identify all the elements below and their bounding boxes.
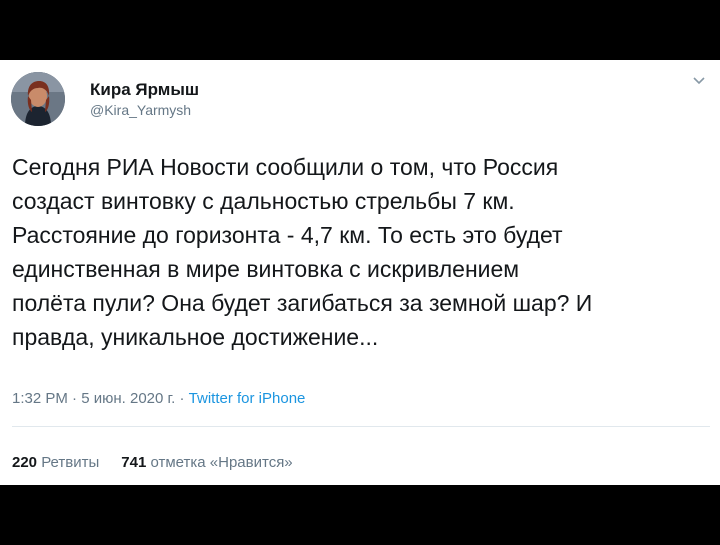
tweet-text-line: полёта пули? Она будет загибаться за зем… [12,290,593,316]
tweet-text-line: правда, уникальное достижение... [12,324,379,350]
retweets-label: Ретвиты [41,454,100,471]
tweet-text: Сегодня РИА Новости сообщили о том, что … [12,150,712,354]
author-handle[interactable]: @Kira_Yarmysh [90,101,199,119]
retweets-stat[interactable]: 220 Ретвиты [12,454,99,471]
avatar[interactable] [11,72,65,126]
meta-separator: · [175,390,189,407]
tweet-text-line: создаст винтовку с дальностью стрельбы 7… [12,188,515,214]
author-block[interactable]: Кира Ярмыш @Kira_Yarmysh [90,80,199,119]
chevron-down-icon[interactable] [692,76,706,86]
tweet-text-line: Сегодня РИА Новости сообщили о том, что … [12,154,559,180]
avatar-photo-icon [11,72,65,126]
tweet-meta: 1:32 PM · 5 июн. 2020 г. · Twitter for i… [12,390,305,407]
tweet-stats: 220 Ретвиты 741 отметка «Нравится» [12,454,293,471]
tweet-source-link[interactable]: Twitter for iPhone [189,390,306,407]
tweet-card: Кира Ярмыш @Kira_Yarmysh Сегодня РИА Нов… [0,60,720,485]
tweet-time[interactable]: 1:32 PM [12,390,68,407]
meta-separator: · [67,390,82,407]
likes-count: 741 [121,454,147,471]
author-display-name[interactable]: Кира Ярмыш [90,80,199,100]
retweets-count: 220 [12,454,38,471]
tweet-date[interactable]: 5 июн. 2020 г. [81,390,175,407]
tweet-text-line: единственная в мире винтовка с искривлен… [12,256,520,282]
likes-label: отметка «Нравится» [150,454,293,471]
likes-stat[interactable]: 741 отметка «Нравится» [121,454,292,471]
tweet-text-line: Расстояние до горизонта - 4,7 км. То ест… [12,222,563,248]
divider [12,426,710,427]
